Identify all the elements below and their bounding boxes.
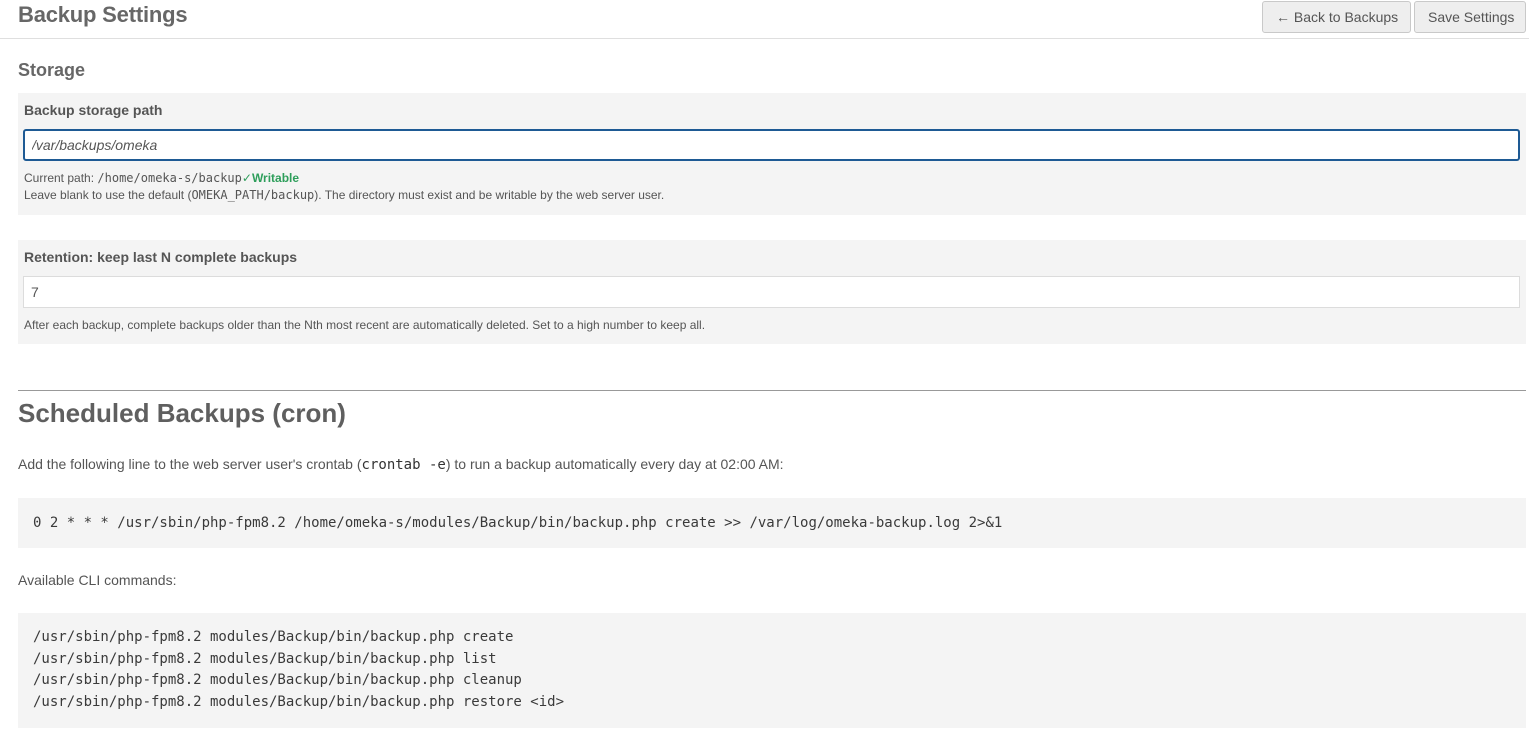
storage-path-help-code: OMEKA_PATH/backup xyxy=(191,188,315,202)
retention-label: Retention: keep last N complete backups xyxy=(24,249,298,265)
writable-status-badge: ✓Writable xyxy=(241,171,300,185)
current-path-text: Current path: /home/omeka-s/backup✓Writa… xyxy=(24,171,299,185)
section-divider xyxy=(18,390,1526,391)
save-settings-button[interactable]: Save Settings xyxy=(1414,1,1526,33)
retention-help: After each backup, complete backups olde… xyxy=(24,318,706,332)
cron-intro-after: ) to run a backup automatically every da… xyxy=(445,456,784,472)
storage-path-field: Backup storage path Current path: /home/… xyxy=(18,93,1526,215)
cli-command-create: /usr/sbin/php-fpm8.2 modules/Backup/bin/… xyxy=(33,629,514,645)
cli-command-restore: /usr/sbin/php-fpm8.2 modules/Backup/bin/… xyxy=(33,693,565,710)
cli-commands-code: /usr/sbin/php-fpm8.2 modules/Backup/bin/… xyxy=(18,613,1526,728)
page-header: Backup Settings ← Back to Backups Save S… xyxy=(0,0,1529,39)
cron-line: 0 2 * * * /usr/sbin/php-fpm8.2 /home/ome… xyxy=(33,515,1003,531)
retention-input[interactable] xyxy=(23,276,1520,308)
storage-path-input[interactable] xyxy=(23,129,1520,161)
storage-path-help-after: ). The directory must exist and be writa… xyxy=(314,188,665,202)
cron-intro-before: Add the following line to the web server… xyxy=(18,456,362,472)
storage-heading: Storage xyxy=(18,60,86,80)
cli-command-list: /usr/sbin/php-fpm8.2 modules/Backup/bin/… xyxy=(33,650,497,667)
cron-intro-text: Add the following line to the web server… xyxy=(18,456,784,473)
crontab-command: crontab -e xyxy=(361,457,446,473)
page-title: Backup Settings xyxy=(18,2,188,27)
storage-path-label: Backup storage path xyxy=(24,102,163,118)
storage-path-help-before: Leave blank to use the default ( xyxy=(24,188,192,202)
cron-line-code: 0 2 * * * /usr/sbin/php-fpm8.2 /home/ome… xyxy=(18,498,1526,548)
back-to-backups-button[interactable]: ← Back to Backups xyxy=(1262,1,1411,33)
scheduled-backups-heading: Scheduled Backups (cron) xyxy=(18,398,346,428)
cli-command-cleanup: /usr/sbin/php-fpm8.2 modules/Backup/bin/… xyxy=(33,672,522,688)
current-path-value: /home/omeka-s/backup xyxy=(97,171,242,185)
current-path-prefix: Current path: xyxy=(24,171,95,185)
cli-commands-heading: Available CLI commands: xyxy=(18,572,177,588)
storage-path-help: Leave blank to use the default (OMEKA_PA… xyxy=(24,188,664,202)
retention-field: Retention: keep last N complete backups … xyxy=(18,240,1526,344)
